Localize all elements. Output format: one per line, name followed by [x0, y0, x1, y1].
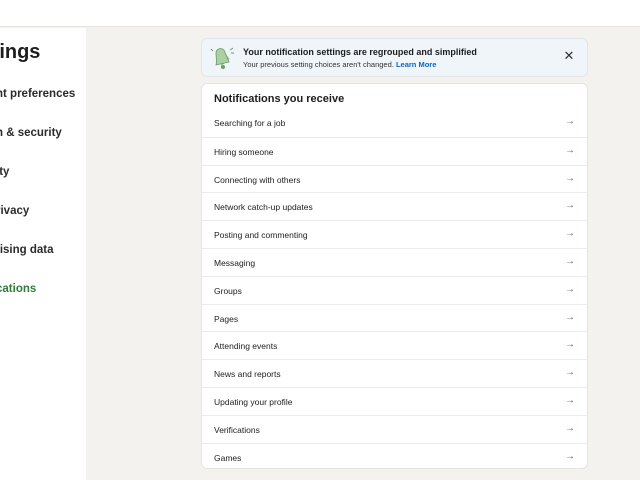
list-item-label: Updating your profile — [214, 396, 293, 407]
arrow-right-icon: → — [565, 172, 575, 184]
list-item-label: Pages — [214, 313, 239, 324]
list-item[interactable]: Network catch-up updates → — [202, 192, 587, 220]
list-item[interactable]: Pages → — [202, 303, 587, 332]
list-item-label: Verifications — [214, 424, 260, 435]
list-item[interactable]: Messaging → — [202, 247, 587, 276]
sidebar-item-advertising-data[interactable]: tising data — [0, 244, 54, 256]
sidebar-item-notifications[interactable]: cations — [0, 283, 36, 295]
arrow-right-icon: → — [565, 283, 575, 295]
arrow-right-icon: → — [565, 339, 575, 351]
list-item[interactable]: Groups → — [202, 275, 587, 304]
list-item-label: Network catch-up updates — [214, 202, 313, 213]
banner-subtitle: Your previous setting choices aren't cha… — [243, 60, 436, 69]
list-item[interactable]: Updating your profile → — [202, 386, 587, 415]
sidebar-item-account-preferences[interactable]: nt preferences — [0, 88, 75, 100]
notification-banner: Your notification settings are regrouped… — [201, 38, 588, 77]
bell-icon — [210, 45, 236, 71]
list-item-label: Groups — [214, 285, 242, 296]
list-item-label: Searching for a job — [214, 118, 286, 128]
list-item[interactable]: Connecting with others → — [202, 164, 587, 193]
sidebar-item-visibility[interactable]: ity — [0, 166, 9, 178]
banner-title: Your notification settings are regrouped… — [243, 47, 477, 57]
arrow-right-icon: → — [565, 367, 575, 379]
list-item-label: Connecting with others — [214, 174, 301, 185]
arrow-right-icon: → — [565, 422, 575, 434]
list-item[interactable]: Verifications → — [202, 414, 587, 443]
learn-more-link[interactable]: Learn More — [396, 60, 436, 69]
arrow-right-icon: → — [565, 394, 575, 406]
sidebar-item-data-privacy[interactable]: rivacy — [0, 205, 29, 217]
arrow-right-icon: → — [565, 228, 575, 240]
list-item-label: News and reports — [214, 369, 281, 380]
arrow-right-icon: → — [565, 116, 575, 127]
notification-list: Searching for a job → Hiring someone → Conne… — [202, 109, 587, 468]
top-bar — [0, 0, 640, 27]
notifications-card: Notifications you receive Searching for … — [201, 83, 588, 469]
list-item[interactable]: Attending events → — [202, 331, 587, 359]
list-item-label: Posting and commenting — [214, 230, 308, 241]
card-title: Notifications you receive — [214, 93, 345, 105]
list-item-label: Messaging — [214, 257, 256, 268]
arrow-right-icon: → — [565, 450, 575, 462]
close-icon[interactable]: ✕ — [562, 49, 576, 63]
sidebar-item-sign-in-security[interactable]: n & security — [0, 127, 62, 139]
settings-sidebar: ttings nt preferences n & security ity r… — [0, 28, 86, 480]
sidebar-title: ttings — [0, 41, 41, 63]
arrow-right-icon: → — [565, 311, 575, 323]
list-item[interactable]: Games → — [202, 442, 587, 468]
list-item[interactable]: Searching for a job → — [202, 109, 587, 137]
list-item[interactable]: Hiring someone → — [202, 136, 587, 165]
banner-subtitle-text: Your previous setting choices aren't cha… — [243, 60, 394, 69]
list-item[interactable]: News and reports → — [202, 359, 587, 387]
list-item-label: Hiring someone — [214, 146, 274, 157]
list-item-label: Attending events — [214, 341, 278, 352]
arrow-right-icon: → — [565, 144, 575, 156]
list-item[interactable]: Posting and commenting → — [202, 220, 587, 248]
arrow-right-icon: → — [565, 200, 575, 212]
list-item-label: Games — [214, 452, 242, 463]
arrow-right-icon: → — [565, 255, 575, 267]
